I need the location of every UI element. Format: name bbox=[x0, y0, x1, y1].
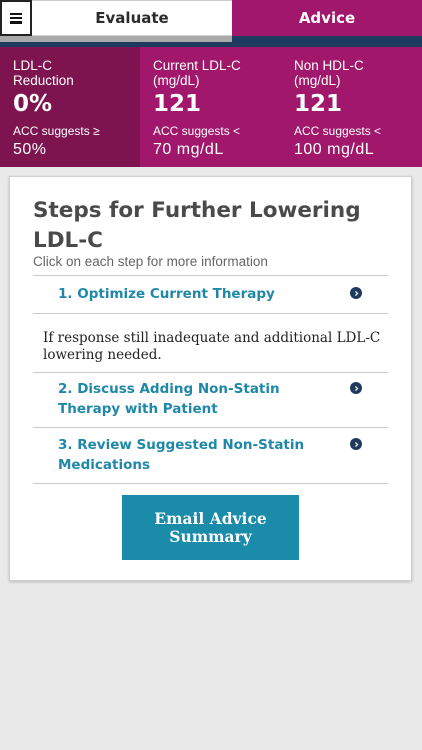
metric-current-ldl: Current LDL-C (mg/dL) 121 ACC suggests <… bbox=[140, 47, 281, 167]
metric-suggestion: ACC suggests < bbox=[153, 124, 241, 138]
metric-target: 70 mg/dL bbox=[153, 141, 224, 158]
metric-ldl-reduction: LDL-C Reduction 0% ACC suggests ≥ 50% bbox=[0, 47, 140, 167]
metric-value: 121 bbox=[153, 91, 202, 117]
tab-advice[interactable]: Advice bbox=[232, 0, 422, 36]
tab-advice-indicator bbox=[232, 36, 422, 42]
metric-target: 50% bbox=[13, 141, 47, 158]
divider bbox=[33, 483, 388, 484]
steps-card: Steps for Further Lowering LDL-C Click o… bbox=[9, 176, 412, 581]
metric-value: 121 bbox=[294, 91, 343, 117]
metric-target: 100 mg/dL bbox=[294, 141, 375, 158]
step-optimize-therapy[interactable]: 1. Optimize Current Therapy bbox=[33, 284, 388, 310]
divider bbox=[33, 372, 388, 373]
metric-non-hdl: Non HDL-C (mg/dL) 121 ACC suggests < 100… bbox=[281, 47, 422, 167]
top-tab-bar: Evaluate Advice bbox=[0, 0, 422, 47]
metric-label: Current LDL-C (mg/dL) bbox=[153, 58, 241, 88]
divider bbox=[33, 427, 388, 428]
step-note: If response still inadequate and additio… bbox=[43, 330, 381, 363]
tab-evaluate[interactable]: Evaluate bbox=[32, 0, 232, 36]
metric-suggestion: ACC suggests ≥ bbox=[13, 124, 100, 138]
chevron-right-icon bbox=[350, 438, 362, 450]
divider bbox=[33, 313, 388, 314]
step-discuss-non-statin[interactable]: 2. Discuss Adding Non-Statin Therapy wit… bbox=[33, 379, 388, 421]
menu-button[interactable] bbox=[0, 0, 32, 36]
tab-evaluate-indicator bbox=[0, 36, 232, 42]
metric-suggestion: ACC suggests < bbox=[294, 124, 382, 138]
step-label: 3. Review Suggested Non-Statin Medicatio… bbox=[58, 437, 305, 473]
card-title: Steps for Further Lowering LDL-C bbox=[33, 198, 361, 253]
card-subtitle: Click on each step for more information bbox=[33, 254, 268, 269]
divider bbox=[33, 275, 388, 276]
step-review-medications[interactable]: 3. Review Suggested Non-Statin Medicatio… bbox=[33, 435, 388, 477]
metric-label: Non HDL-C (mg/dL) bbox=[294, 58, 364, 88]
metric-value: 0% bbox=[13, 91, 53, 117]
step-label: 2. Discuss Adding Non-Statin Therapy wit… bbox=[58, 381, 280, 417]
email-advice-button[interactable]: Email Advice Summary bbox=[122, 495, 299, 560]
chevron-right-icon bbox=[350, 382, 362, 394]
step-label: 1. Optimize Current Therapy bbox=[58, 286, 275, 302]
hamburger-icon bbox=[10, 12, 22, 24]
metric-label: LDL-C Reduction bbox=[13, 58, 74, 88]
chevron-right-icon bbox=[350, 287, 362, 299]
metrics-panel: LDL-C Reduction 0% ACC suggests ≥ 50% Cu… bbox=[0, 47, 422, 167]
